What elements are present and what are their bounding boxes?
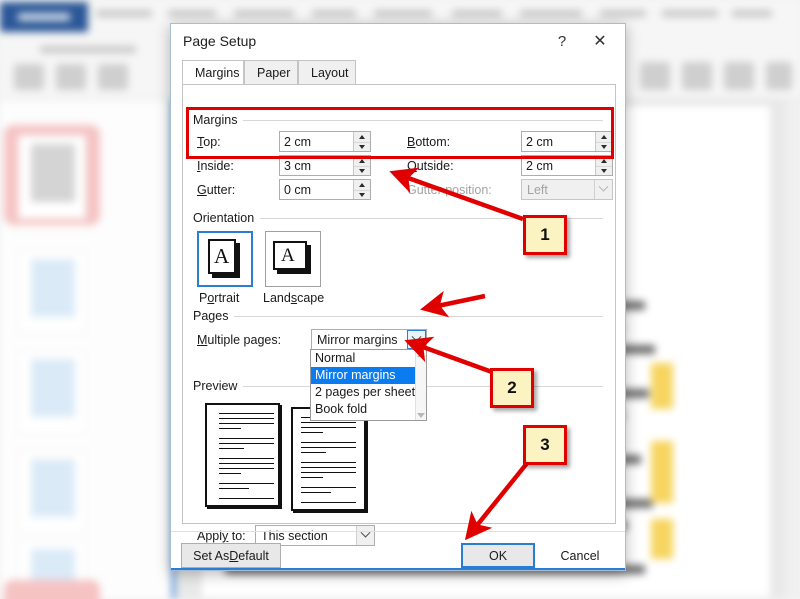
portrait-page-icon: A — [208, 239, 242, 279]
background-scrollbar — [786, 100, 800, 599]
gutter-increment-icon[interactable] — [354, 180, 370, 190]
dropdown-scrollbar[interactable] — [415, 350, 426, 420]
tabstrip: Margins Paper Layout — [182, 60, 616, 85]
outside-margin-label: Outside: — [407, 159, 454, 173]
background-gallery-item-top — [18, 135, 86, 219]
ok-button[interactable]: OK — [461, 543, 535, 568]
scroll-up-icon[interactable] — [417, 352, 426, 357]
tab-paper[interactable]: Paper — [244, 60, 298, 85]
pages-group-header: Pages — [193, 309, 603, 323]
multiple-pages-label: Multiple pages: — [197, 333, 282, 347]
orientation-portrait-label: Portrait — [199, 291, 240, 305]
preview-page-left — [205, 403, 280, 507]
scroll-down-icon[interactable] — [417, 413, 426, 418]
dropdown-option-mirror-margins[interactable]: Mirror margins — [311, 367, 416, 384]
preview-group-label: Preview — [193, 379, 238, 393]
dialog-accent-line — [171, 568, 625, 570]
dropdown-option-normal[interactable]: Normal — [311, 350, 415, 367]
landscape-glyph: A — [281, 245, 295, 266]
gutter-decrement-icon[interactable] — [354, 189, 370, 200]
orientation-landscape-label: Landscape — [263, 291, 325, 305]
dialog-title: Page Setup — [183, 33, 257, 49]
gutter-position-label: Gutter position: — [407, 183, 492, 197]
portrait-glyph: A — [214, 244, 230, 268]
annotation-highlight-box-margins — [186, 107, 614, 159]
pages-group-label: Pages — [193, 309, 229, 323]
cancel-button[interactable]: Cancel — [543, 543, 617, 568]
preview-page-right — [291, 407, 366, 511]
set-as-default-button[interactable]: Set As Default — [181, 543, 281, 568]
multiple-pages-value: Mirror margins — [317, 332, 398, 347]
dialog-titlebar: Page Setup ? ✕ — [171, 24, 625, 58]
orientation-landscape-tile[interactable]: A — [265, 231, 321, 287]
multiple-pages-combobox[interactable]: Mirror margins — [311, 329, 427, 350]
orientation-group-label: Orientation — [193, 211, 255, 225]
gutter-spinner[interactable] — [279, 179, 371, 200]
annotation-callout-3: 3 — [523, 425, 567, 465]
multiple-pages-dropdown-list[interactable]: Normal Mirror margins 2 pages per sheet … — [310, 349, 427, 421]
close-icon[interactable]: ✕ — [587, 29, 613, 53]
page-setup-dialog: Page Setup ? ✕ Margins Paper Layout Marg… — [170, 23, 626, 571]
dropdown-items: Normal Mirror margins 2 pages per sheet … — [311, 350, 416, 420]
inside-margin-decrement-icon[interactable] — [354, 165, 370, 176]
inside-margin-label: Inside: — [197, 159, 234, 173]
gutter-spin-buttons[interactable] — [353, 180, 370, 199]
gutter-label: Gutter: — [197, 183, 236, 197]
outside-margin-decrement-icon[interactable] — [596, 165, 612, 176]
chevron-down-icon[interactable] — [356, 526, 374, 545]
dropdown-option-book-fold[interactable]: Book fold — [311, 401, 415, 418]
gutter-position-value: Left — [527, 182, 548, 197]
tab-margins[interactable]: Margins — [182, 60, 244, 85]
orientation-portrait-tile[interactable]: A — [197, 231, 253, 287]
footer-divider — [171, 531, 625, 532]
annotation-callout-1: 1 — [523, 215, 567, 255]
landscape-page-icon: A — [273, 241, 313, 277]
chevron-down-icon — [594, 180, 612, 199]
gutter-input[interactable] — [280, 180, 353, 199]
help-icon[interactable]: ? — [549, 29, 575, 53]
dropdown-option-2-pages-per-sheet[interactable]: 2 pages per sheet — [311, 384, 415, 401]
tab-layout[interactable]: Layout — [298, 60, 356, 85]
annotation-callout-2: 2 — [490, 368, 534, 408]
gutter-position-combobox: Left — [521, 179, 613, 200]
chevron-down-icon[interactable] — [407, 330, 426, 349]
